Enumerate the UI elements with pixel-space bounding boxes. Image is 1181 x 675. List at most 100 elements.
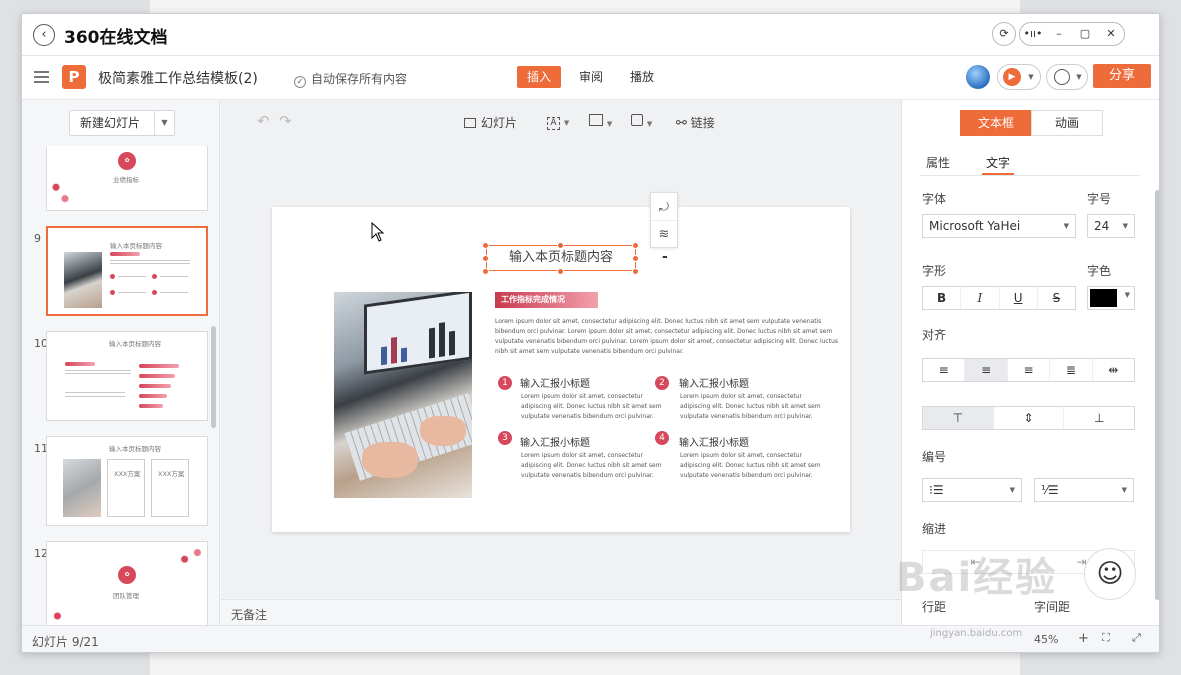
chevron-down-icon[interactable]: ▼ — [154, 111, 174, 135]
refresh-button[interactable]: ⟳ — [992, 22, 1016, 46]
resize-handle[interactable] — [482, 255, 489, 262]
replace-icon[interactable]: ⤾ — [651, 193, 677, 221]
item-line: vulputate venenatis bibendum orci pulvin… — [680, 413, 813, 420]
font-size-select[interactable]: 24 ▼ — [1087, 214, 1135, 238]
current-slide[interactable]: 输入本页标题内容 - 工作指标完成情况 Lorem ipsum dolor si… — [272, 207, 850, 532]
font-family-select[interactable]: Microsoft YaHei ▼ — [922, 214, 1076, 238]
monitor-bar — [449, 330, 455, 356]
thumbnail-slide-12[interactable]: ✿ 团队管理 — [46, 541, 208, 625]
align-middle-icon[interactable]: ⇕ — [994, 407, 1065, 429]
thumb-bar — [139, 384, 171, 388]
notes-label: 无备注 — [231, 608, 268, 622]
thumb-bar — [139, 404, 163, 408]
fullscreen-icon[interactable]: ⤢ — [1132, 631, 1141, 645]
assistant-mascot-icon[interactable]: ☺ — [1084, 548, 1136, 600]
thumbnail-slide-9[interactable]: 输入本页标题内容 — [46, 226, 208, 316]
paragraph-line: nibh sit amet sem vulputate venenatis bi… — [495, 348, 684, 355]
play-icon: ▶ — [1003, 68, 1021, 86]
resize-handle[interactable] — [632, 255, 639, 262]
fit-screen-icon[interactable]: ⛶ — [1102, 631, 1110, 645]
tab-review[interactable]: 审阅 — [569, 66, 613, 88]
monitor-bar — [439, 322, 445, 358]
align-top-icon[interactable]: ⊤ — [923, 407, 994, 429]
slide-thumbnail-panel: 新建幻灯片 ▼ ✿ 业绩指标 9 输入本页标题内容 10 输入本页标题内容 11… — [22, 100, 220, 625]
thumb-num — [152, 274, 157, 279]
thumbnail-scrollbar[interactable] — [211, 326, 216, 428]
thumb-bar — [139, 394, 167, 398]
align-right-icon[interactable]: ≡ — [1008, 359, 1051, 381]
divider — [920, 175, 1140, 176]
tab-animation[interactable]: 动画 — [1031, 110, 1103, 136]
slide-layout-button[interactable]: 幻灯片 — [464, 114, 517, 131]
close-button[interactable]: ✕ — [1098, 23, 1124, 45]
slide-paragraph: Lorem ipsum dolor sit amet, consectetur … — [495, 317, 838, 357]
resize-handle[interactable] — [557, 242, 564, 249]
align-bottom-icon[interactable]: ⊥ — [1064, 407, 1134, 429]
textbox-insert-button[interactable]: A ▼ — [547, 114, 569, 130]
link-button[interactable]: ⚯ 链接 — [676, 114, 715, 131]
item-line: vulputate venenatis bibendum orci pulvin… — [680, 472, 813, 479]
maximize-button[interactable]: ▢ — [1072, 23, 1098, 45]
thumbnail-slide-10[interactable]: 输入本页标题内容 — [46, 331, 208, 421]
bullet-list-select[interactable]: ⁝☰ ▼ — [922, 478, 1022, 502]
tab-play[interactable]: 播放 — [620, 66, 664, 88]
align-justify-icon[interactable]: ≣ — [1050, 359, 1093, 381]
zoom-in-icon[interactable]: + — [1078, 631, 1089, 646]
size-label: 字号 — [1087, 192, 1112, 206]
zoom-level[interactable]: 45% — [1034, 633, 1058, 646]
menu-icon[interactable] — [34, 71, 49, 83]
object-float-menu: ⤾ ≋ — [650, 192, 678, 248]
align-left-icon[interactable]: ≡ — [923, 359, 966, 381]
resize-handle[interactable] — [557, 268, 564, 275]
thumbnail-slide-8[interactable]: ✿ 业绩指标 — [46, 146, 208, 211]
shape-insert-button[interactable]: ▼ — [631, 114, 652, 129]
chevron-down-icon: ▼ — [1009, 486, 1015, 494]
chevron-down-icon: ▼ — [606, 120, 613, 128]
undo-icon[interactable]: ↶ — [257, 112, 270, 130]
back-button[interactable]: ‹ — [33, 24, 55, 46]
item-text: Lorem ipsum dolor sit amet, consectetur a… — [680, 451, 821, 481]
strikethrough-button[interactable]: S — [1038, 287, 1075, 309]
thumbnail-slide-11[interactable]: 输入本页标题内容 XXX方案 XXX方案 — [46, 436, 208, 526]
subtab-properties[interactable]: 属性 — [926, 154, 950, 171]
resize-handle[interactable] — [482, 268, 489, 275]
layers-icon[interactable]: ≋ — [651, 221, 677, 249]
blossom-decoration — [47, 172, 77, 210]
item-text: Lorem ipsum dolor sit amet, consectetur a… — [521, 451, 662, 481]
redo-icon[interactable]: ↷ — [279, 112, 292, 130]
play-dropdown[interactable]: ▶ ▼ — [997, 64, 1041, 90]
numbered-list-icon: ⅟☰ — [1041, 483, 1059, 497]
mic-icon[interactable]: •ıı• — [1020, 23, 1046, 45]
subtab-text[interactable]: 文字 — [986, 154, 1010, 171]
resize-handle[interactable] — [632, 242, 639, 249]
font-color-picker[interactable]: ▼ — [1087, 286, 1135, 310]
align-center-icon[interactable]: ≡ — [965, 359, 1008, 381]
thumbnail-list: ✿ 业绩指标 9 输入本页标题内容 10 输入本页标题内容 11 输入本页标题内… — [22, 146, 220, 625]
align-label: 对齐 — [922, 328, 947, 342]
shape-icon — [631, 114, 643, 126]
tab-textbox[interactable]: 文本框 — [960, 110, 1032, 136]
new-slide-button[interactable]: 新建幻灯片 ▼ — [69, 110, 175, 136]
notes-panel[interactable]: 无备注 — [221, 599, 901, 625]
blossom-decoration — [47, 602, 73, 625]
underline-button[interactable]: U — [1000, 287, 1038, 309]
share-button[interactable]: 分享 — [1093, 64, 1151, 88]
resize-handle[interactable] — [482, 242, 489, 249]
image-insert-button[interactable]: ▼ — [589, 114, 612, 129]
tab-insert[interactable]: 插入 — [517, 66, 562, 88]
collapse-minus-button[interactable]: - — [662, 249, 668, 265]
avatar[interactable] — [966, 65, 990, 89]
color-swatch — [1090, 289, 1117, 307]
history-dropdown[interactable]: ▼ — [1046, 64, 1088, 90]
minimize-button[interactable]: – — [1046, 23, 1072, 45]
font-family-value: Microsoft YaHei — [929, 219, 1021, 233]
presentation-logo-icon: P — [62, 65, 86, 89]
document-name[interactable]: 极简素雅工作总结模板(2) — [98, 68, 258, 88]
link-icon: ⚯ — [676, 116, 687, 131]
italic-button[interactable]: I — [961, 287, 1000, 309]
numbered-list-select[interactable]: ⅟☰ ▼ — [1034, 478, 1134, 502]
bold-button[interactable]: B — [923, 287, 962, 309]
panel-scrollbar[interactable] — [1155, 190, 1159, 600]
resize-handle[interactable] — [632, 268, 639, 275]
distribute-icon[interactable]: ⇹ — [1093, 359, 1134, 381]
